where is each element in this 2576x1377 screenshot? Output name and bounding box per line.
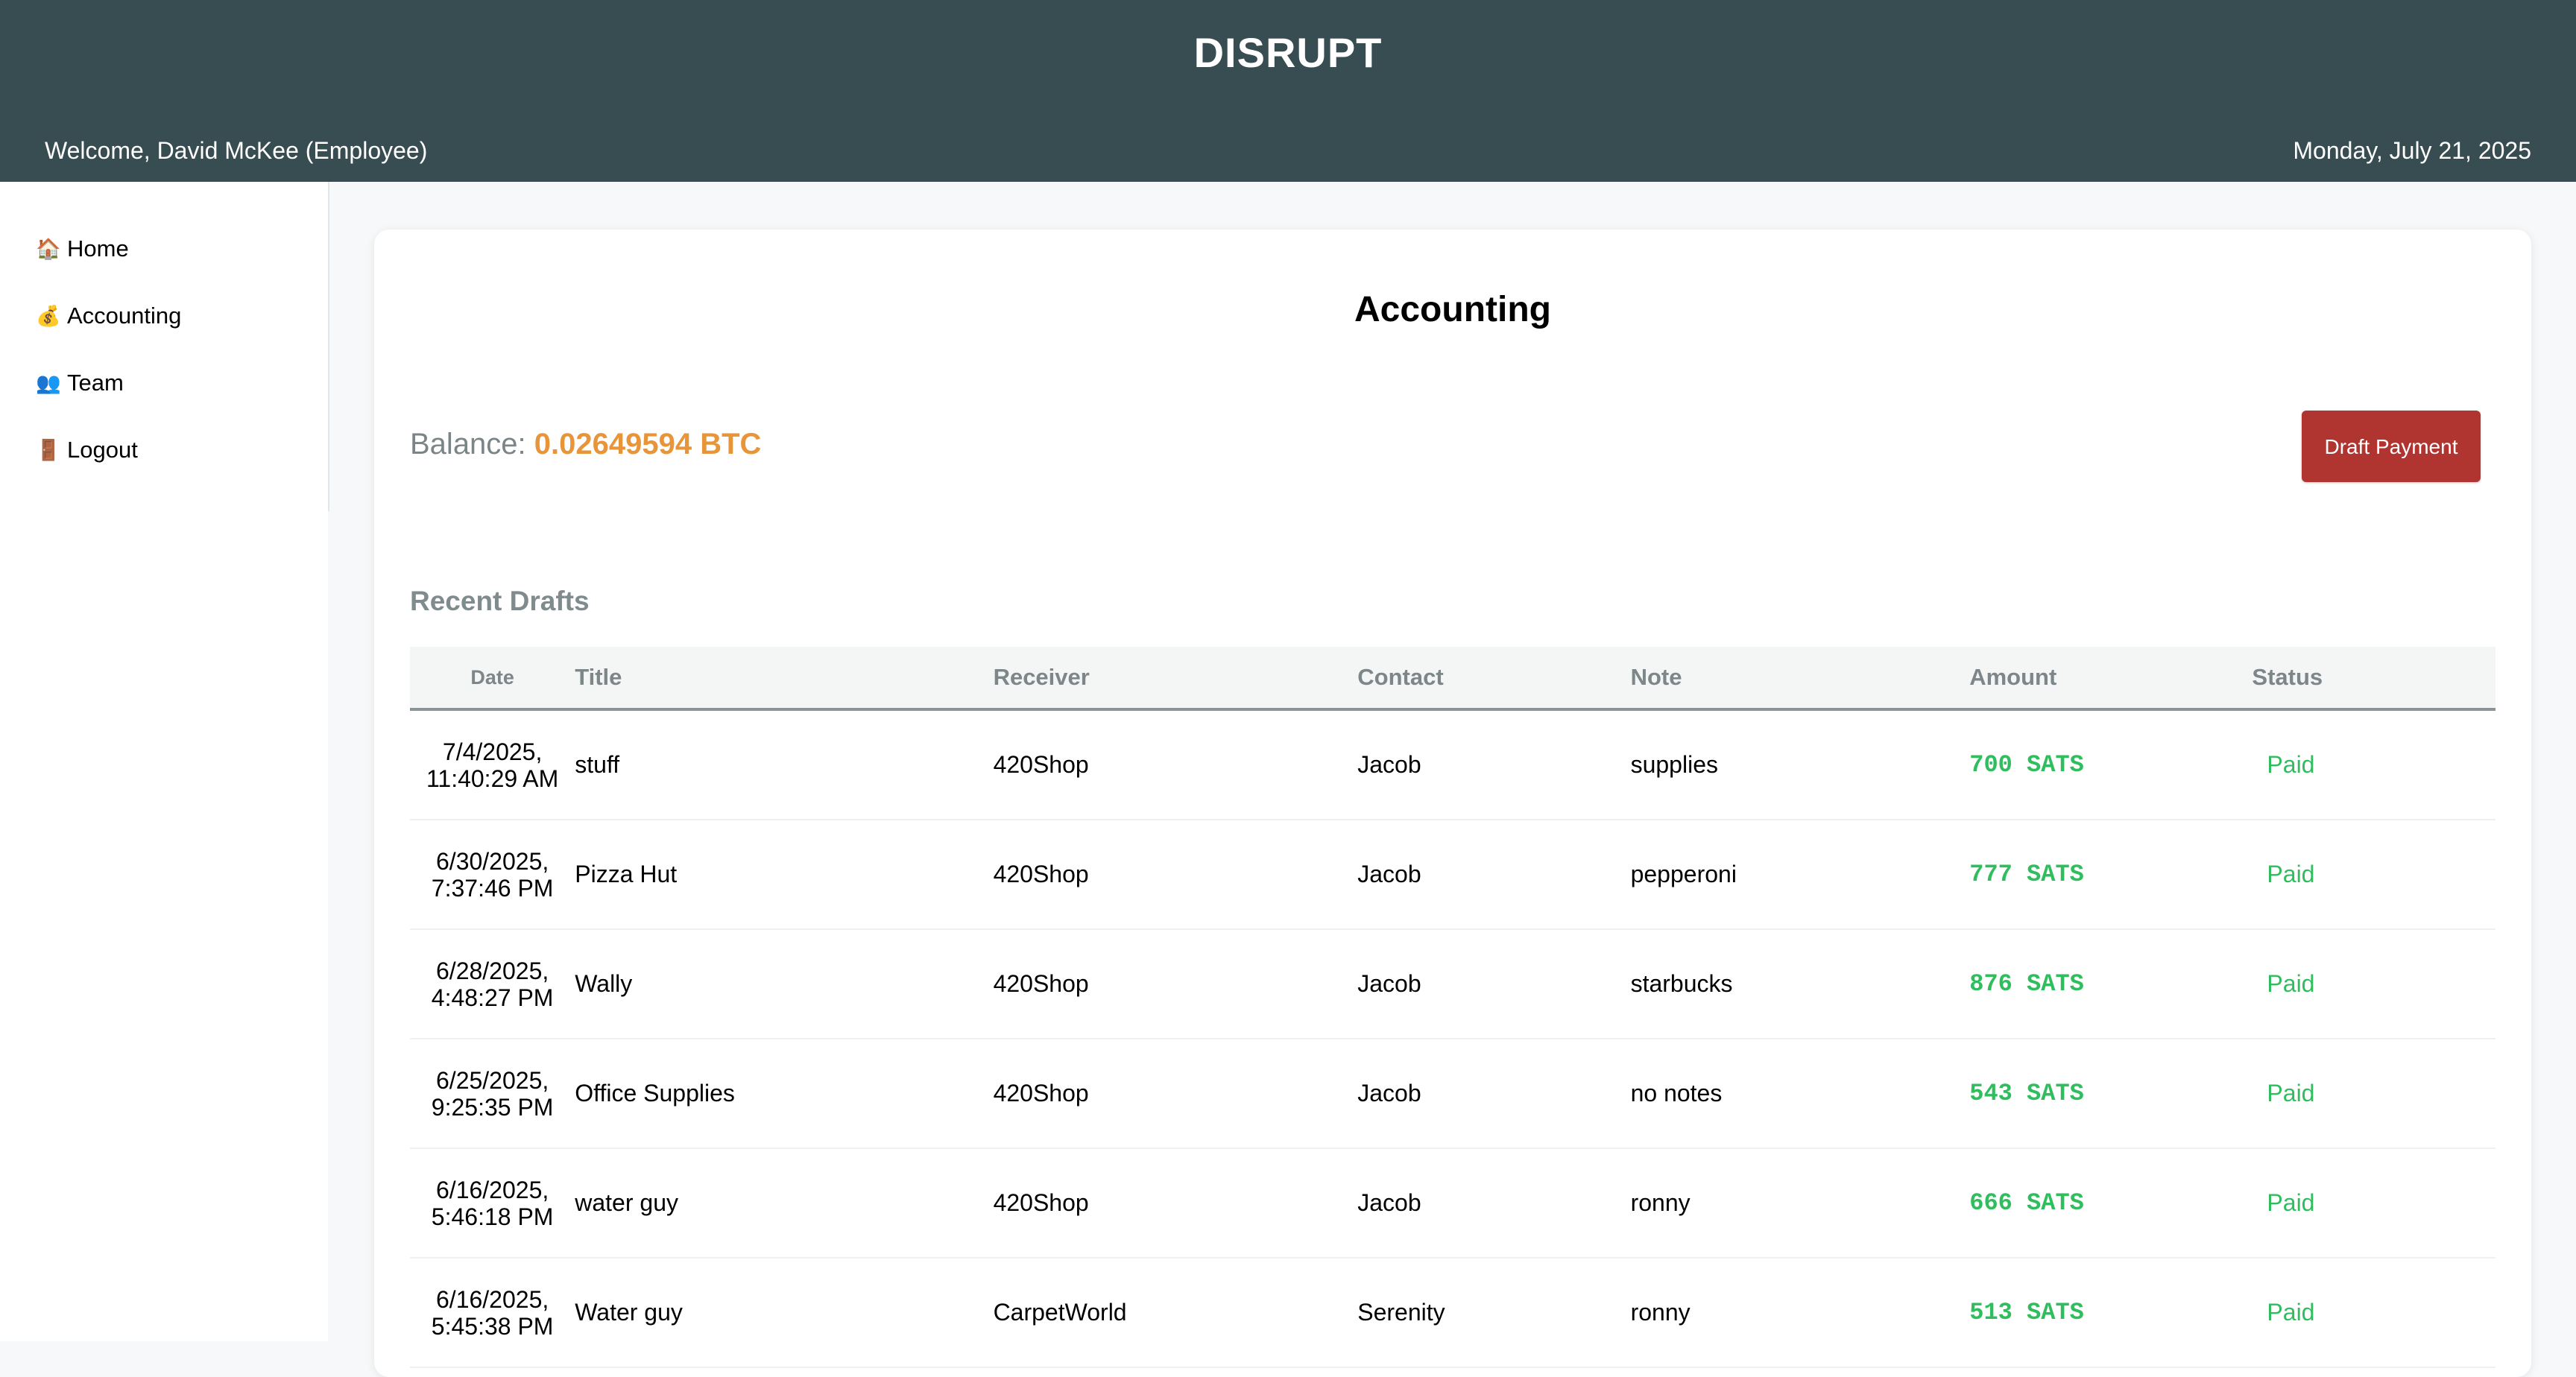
cell-amount: 777 SATS [1969,820,2253,930]
table-row: 7/4/2025, 11:40:29 AM stuff 420Shop Jaco… [410,709,2496,820]
cell-note: ronny [1630,1148,1970,1259]
home-icon: 🏠 [36,238,61,260]
cell-receiver: 420Shop [993,929,1358,1039]
sidebar: 🏠 Home 💰 Accounting 👥 Team 🚪 Logout [0,182,329,511]
accounting-card: Accounting Balance: 0.02649594 BTC Draft… [374,230,2531,1377]
recent-drafts-heading: Recent Drafts [410,586,590,616]
sidebar-background [0,511,328,1341]
cell-title: Pizza Hut [575,820,994,930]
cell-receiver: 420Shop [993,709,1358,820]
cell-receiver: 420Shop [993,1148,1358,1259]
cell-date: 7/4/2025, 11:40:29 AM [410,709,575,820]
sidebar-item-home[interactable]: 🏠 Home [36,227,129,271]
top-header: DISRUPT Welcome, David McKee (Employee) … [0,0,2576,182]
sidebar-item-accounting[interactable]: 💰 Accounting [36,294,181,338]
cell-note: starbucks [1630,929,1970,1039]
cell-amount: 543 SATS [1969,1039,2253,1149]
sidebar-item-label: Logout [67,437,138,463]
status-badge: Paid [2252,709,2496,820]
cell-receiver: 420Shop [993,820,1358,930]
table-row: 6/30/2025, 7:37:46 PM Pizza Hut 420Shop … [410,820,2496,930]
cell-date: 6/16/2025, 5:46:18 PM [410,1148,575,1259]
sidebar-item-logout[interactable]: 🚪 Logout [36,428,138,472]
cell-title: Water guy [575,1258,994,1368]
table-row: 6/28/2025, 4:48:27 PM Wally 420Shop Jaco… [410,929,2496,1039]
current-date: Monday, July 21, 2025 [2293,137,2531,164]
cell-date: 6/25/2025, 9:25:35 PM [410,1039,575,1149]
cell-amount: 700 SATS [1969,709,2253,820]
table-row: 6/25/2025, 9:25:35 PM Office Supplies 42… [410,1039,2496,1149]
column-header-note: Note [1630,647,1970,711]
app-title: DISRUPT [1193,29,1383,76]
cell-contact: Jacob [1357,929,1631,1039]
status-badge: Paid [2252,1039,2496,1149]
balance-display: Balance: 0.02649594 BTC [410,428,761,461]
cell-title: stuff [575,709,994,820]
cell-title: Office Supplies [575,1039,994,1149]
sidebar-item-label: Accounting [67,303,182,329]
cell-note: no notes [1630,1039,1970,1149]
column-header-receiver: Receiver [993,647,1358,711]
column-header-contact: Contact [1357,647,1631,711]
sidebar-item-team[interactable]: 👥 Team [36,361,124,405]
status-badge: Paid [2252,1258,2496,1368]
table-row: 6/16/2025, 5:46:18 PM water guy 420Shop … [410,1148,2496,1259]
status-badge: Paid [2252,929,2496,1039]
cell-receiver: CarpetWorld [993,1258,1358,1368]
table-header-row: Date Title Receiver Contact Note Amount … [410,647,2496,711]
cell-date: 6/16/2025, 5:45:38 PM [410,1258,575,1368]
table-row: 6/16/2025, 5:45:38 PM Water guy CarpetWo… [410,1258,2496,1368]
door-icon: 🚪 [36,439,61,461]
cell-note: supplies [1630,709,1970,820]
cell-date: 6/28/2025, 4:48:27 PM [410,929,575,1039]
column-header-date: Date [410,647,575,711]
welcome-message: Welcome, David McKee (Employee) [45,137,428,164]
drafts-table: Date Title Receiver Contact Note Amount … [410,647,2496,1368]
status-badge: Paid [2252,1148,2496,1259]
cell-note: ronny [1630,1258,1970,1368]
cell-contact: Serenity [1357,1258,1631,1368]
cell-title: Wally [575,929,994,1039]
column-header-amount: Amount [1969,647,2253,711]
cell-contact: Jacob [1357,1039,1631,1149]
cell-contact: Jacob [1357,820,1631,930]
cell-amount: 666 SATS [1969,1148,2253,1259]
cell-amount: 513 SATS [1969,1258,2253,1368]
balance-label: Balance: [410,428,526,460]
cell-contact: Jacob [1357,1148,1631,1259]
cell-date: 6/30/2025, 7:37:46 PM [410,820,575,930]
column-header-title: Title [575,647,994,711]
status-badge: Paid [2252,820,2496,930]
sidebar-item-label: Team [67,370,124,396]
cell-contact: Jacob [1357,709,1631,820]
page-title: Accounting [1354,290,1551,329]
column-header-status: Status [2252,647,2496,711]
money-bag-icon: 💰 [36,305,61,327]
team-icon: 👥 [36,372,61,394]
cell-note: pepperoni [1630,820,1970,930]
cell-amount: 876 SATS [1969,929,2253,1039]
balance-value: 0.02649594 BTC [534,428,762,460]
sidebar-item-label: Home [67,235,129,262]
cell-title: water guy [575,1148,994,1259]
draft-payment-button[interactable]: Draft Payment [2302,411,2481,482]
cell-receiver: 420Shop [993,1039,1358,1149]
